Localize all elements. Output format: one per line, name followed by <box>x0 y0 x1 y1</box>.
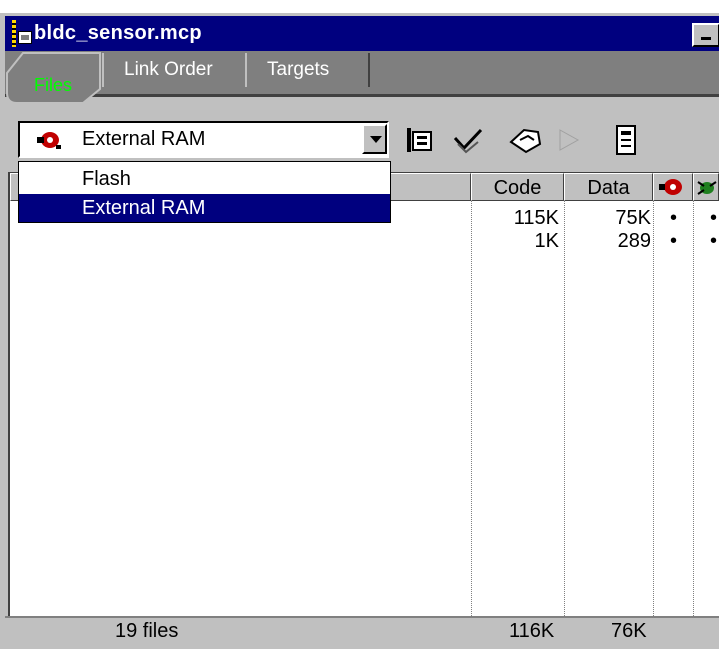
row-code: 1K <box>534 230 559 252</box>
project-inspector-icon[interactable] <box>612 124 642 156</box>
row-code: 115K <box>513 207 559 229</box>
column-divider <box>564 201 565 616</box>
target-option-external-ram[interactable]: External RAM <box>19 194 390 222</box>
debug-column-header[interactable] <box>653 173 693 201</box>
window-top-edge <box>0 0 719 13</box>
row-data: 289 <box>617 230 651 252</box>
project-file-icon <box>12 20 32 47</box>
bug-column-icon <box>697 181 717 195</box>
file-count: 19 files <box>115 620 179 642</box>
check-syntax-icon[interactable] <box>452 124 483 156</box>
settings-icon[interactable] <box>405 124 435 156</box>
target-icon <box>36 129 62 151</box>
code-total: 116K <box>509 620 555 642</box>
tab-targets[interactable]: Targets <box>245 53 370 87</box>
target-option-flash[interactable]: Flash <box>19 165 390 193</box>
column-divider <box>471 201 472 616</box>
tab-link-order[interactable]: Link Order <box>102 53 245 87</box>
row-debug-marker[interactable]: • <box>670 230 677 253</box>
window-title: bldc_sensor.mcp <box>34 22 202 44</box>
column-divider <box>693 201 694 616</box>
tab-files-label: Files <box>34 75 73 95</box>
row-check-marker[interactable]: • <box>710 230 717 253</box>
minimize-button[interactable] <box>692 23 719 47</box>
tab-strip-divider <box>5 94 719 97</box>
debug-run-icon[interactable] <box>554 124 584 156</box>
data-column-header[interactable]: Data <box>564 173 653 201</box>
debug-column-icon <box>659 179 682 195</box>
row-check-marker[interactable]: • <box>710 207 717 230</box>
target-select-arrow[interactable] <box>362 124 387 154</box>
make-icon[interactable] <box>508 124 542 156</box>
code-column-header[interactable]: Code <box>471 173 564 201</box>
row-data: 75K <box>615 207 651 229</box>
column-divider <box>653 201 654 616</box>
row-debug-marker[interactable]: • <box>670 207 677 230</box>
data-total: 76K <box>611 620 647 642</box>
check-column-header[interactable] <box>693 173 719 201</box>
target-select-value: External RAM <box>82 128 206 150</box>
